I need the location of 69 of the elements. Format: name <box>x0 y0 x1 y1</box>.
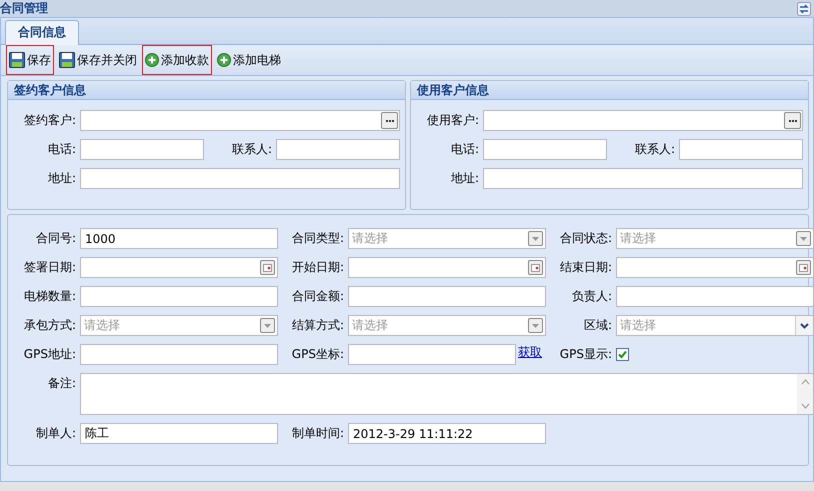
toolbar-button[interactable]: 保存 <box>6 45 54 75</box>
chevron-down-icon[interactable] <box>795 316 813 335</box>
toolbar-button[interactable]: 添加电梯 <box>214 45 284 75</box>
field-label: 结算方式: <box>290 317 344 334</box>
field-label: 电话: <box>46 141 76 158</box>
input-field[interactable] <box>80 168 400 189</box>
input-field[interactable]: 陈工 <box>80 423 278 444</box>
input-field[interactable] <box>483 110 803 131</box>
input-field[interactable] <box>348 286 546 307</box>
field-label: 备注: <box>46 375 76 392</box>
field-label: GPS地址: <box>22 346 76 363</box>
input-field[interactable] <box>348 257 546 278</box>
field-label: 电梯数量: <box>22 288 76 305</box>
toolbar-button[interactable]: 保存并关闭 <box>56 45 140 75</box>
input-field[interactable] <box>616 257 814 278</box>
field-label: 制单时间: <box>290 425 344 442</box>
field-label: 联系人: <box>634 141 675 158</box>
input-field[interactable] <box>80 110 400 131</box>
input-field[interactable] <box>80 257 278 278</box>
field-label: 签署日期: <box>22 259 76 276</box>
field-label: 合同状态: <box>558 230 612 247</box>
field-label: 地址: <box>46 170 76 187</box>
field-label: 承包方式: <box>22 317 76 334</box>
ellipsis-icon[interactable] <box>784 112 801 129</box>
dropdown-icon[interactable] <box>528 231 543 246</box>
panel-header: 使用客户信息 <box>411 81 808 100</box>
ellipsis-icon[interactable] <box>381 112 398 129</box>
input-field[interactable]: 2012-3-29 11:11:22 <box>348 423 546 444</box>
field-label: 结束日期: <box>558 259 612 276</box>
dropdown-icon[interactable] <box>528 318 543 333</box>
field-label: 电话: <box>450 141 479 158</box>
field-label: 制单人: <box>34 425 76 442</box>
input-field[interactable] <box>679 139 803 160</box>
input-field[interactable] <box>616 286 814 307</box>
window-title: 合同管理 <box>0 0 48 17</box>
field-label: 合同号: <box>34 230 76 247</box>
field-label: 地址: <box>450 170 479 187</box>
input-field[interactable] <box>276 139 400 160</box>
checkbox[interactable] <box>616 348 629 361</box>
plus-circle-icon <box>145 53 159 67</box>
calendar-icon[interactable] <box>528 260 543 275</box>
calendar-icon[interactable] <box>796 260 811 275</box>
field-label: GPS显示: <box>558 346 612 363</box>
field-label: 开始日期: <box>290 259 344 276</box>
input-field[interactable] <box>80 344 278 365</box>
field-label: 使用客户: <box>426 112 479 129</box>
fetch-link[interactable]: 获取 <box>518 344 542 361</box>
field-label: 合同金额: <box>290 288 344 305</box>
input-field[interactable] <box>80 139 204 160</box>
plus-circle-icon <box>217 53 231 67</box>
input-field[interactable]: 1000 <box>80 228 278 249</box>
panel-header: 签约客户信息 <box>8 81 405 100</box>
input-field[interactable] <box>348 344 516 365</box>
toolbar-button[interactable]: 添加收款 <box>142 45 212 75</box>
field-label: 负责人: <box>570 288 612 305</box>
field-label: 签约客户: <box>22 112 76 129</box>
field-label: GPS坐标: <box>290 346 344 363</box>
refresh-icon[interactable] <box>797 2 811 16</box>
tab[interactable]: 合同信息 <box>5 20 79 45</box>
input-field[interactable] <box>483 139 607 160</box>
field-label: 区域: <box>582 317 612 334</box>
dropdown-icon[interactable] <box>796 231 811 246</box>
input-field[interactable] <box>80 286 278 307</box>
textarea-field[interactable] <box>80 373 814 415</box>
field-label: 联系人: <box>230 141 272 158</box>
dropdown-icon[interactable] <box>260 318 275 333</box>
field-label: 合同类型: <box>290 230 344 247</box>
calendar-icon[interactable] <box>260 260 275 275</box>
input-field[interactable] <box>483 168 803 189</box>
